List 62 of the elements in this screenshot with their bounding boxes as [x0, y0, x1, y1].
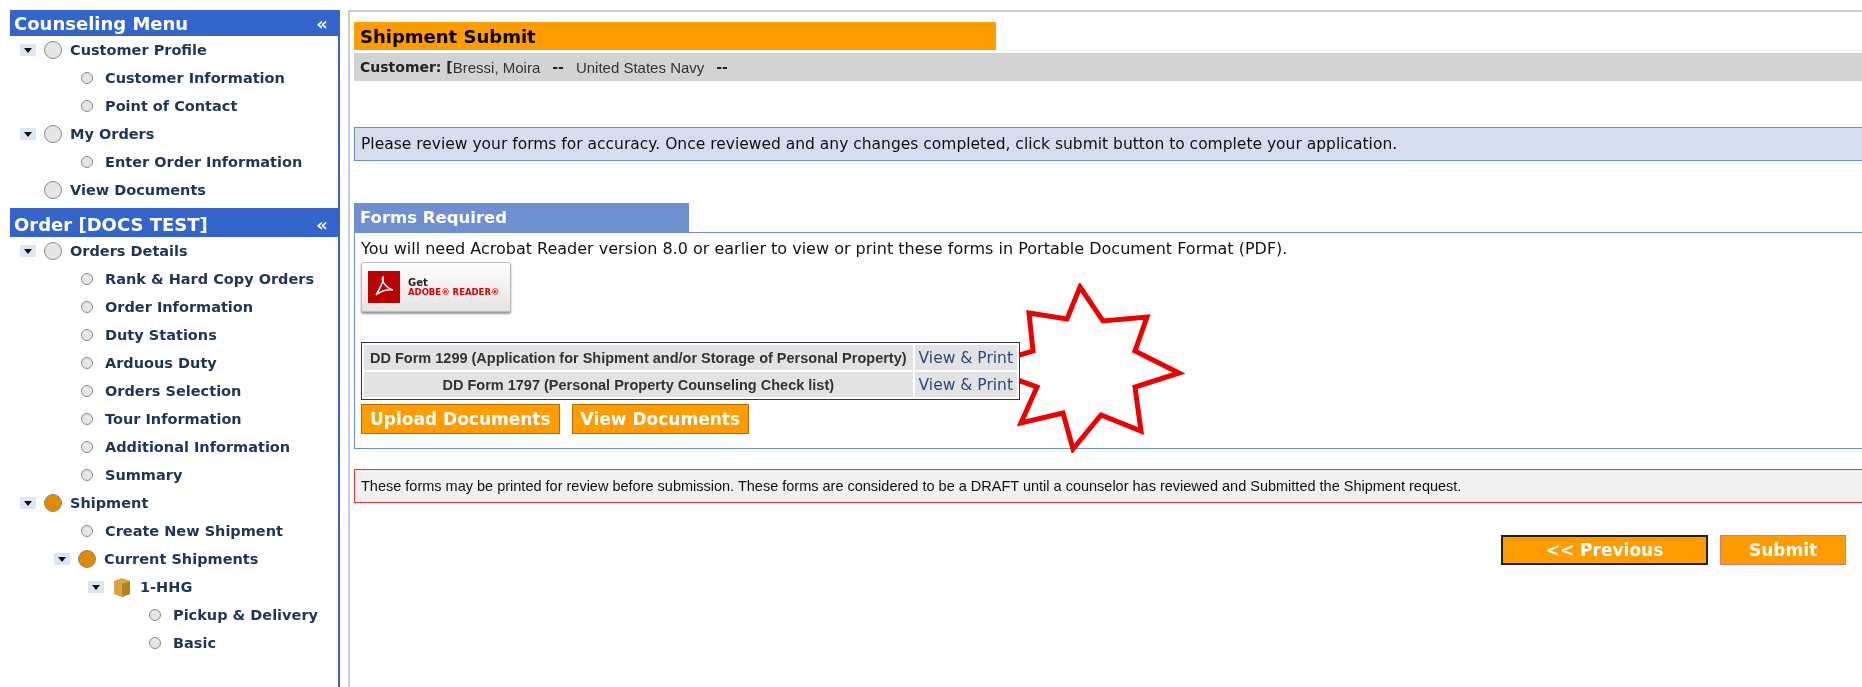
- menu-item[interactable]: Rank & Hard Copy Orders: [105, 271, 315, 287]
- form-name-cell: DD Form 1797 (Personal Property Counseling Check list): [364, 372, 913, 397]
- expand-toggle-icon[interactable]: [20, 44, 36, 56]
- section-header: Forms Required: [354, 203, 689, 232]
- expand-toggle-icon[interactable]: [20, 497, 36, 509]
- menu-item[interactable]: Order Information: [105, 299, 254, 315]
- menu-title: Order [DOCS TEST]: [14, 213, 208, 235]
- menu-item[interactable]: Customer Information: [105, 70, 285, 86]
- menu-item[interactable]: Create New Shipment: [105, 523, 283, 539]
- menu-item[interactable]: Basic: [173, 635, 217, 651]
- radio-dot-icon: [81, 357, 93, 369]
- menu-item[interactable]: Additional Information: [105, 439, 291, 455]
- customer-branch: United States Navy: [575, 58, 705, 76]
- menu-item[interactable]: Arduous Duty: [105, 355, 217, 371]
- radio-dot-icon: [149, 609, 161, 621]
- menu-item[interactable]: My Orders: [70, 126, 155, 142]
- menu-item[interactable]: Orders Selection: [105, 383, 242, 399]
- warning-message: These forms may be printed for review before submission. These forms are considered to be a DRAFT until a counselor has reviewed and Submitted the Shipment request.: [354, 469, 1862, 503]
- adobe-get-text: Get: [408, 276, 429, 288]
- radio-dot-icon: [81, 301, 93, 313]
- radio-dot-icon: [81, 469, 93, 481]
- menu-item[interactable]: View Documents: [70, 182, 206, 198]
- separator-text: --: [552, 59, 564, 75]
- box-icon: [112, 576, 132, 598]
- menu-item[interactable]: Shipment: [70, 495, 149, 511]
- radio-dot-icon: [81, 100, 93, 112]
- radio-dot-icon: [81, 385, 93, 397]
- radio-dot-icon: [149, 637, 161, 649]
- expand-toggle-icon[interactable]: [20, 128, 36, 140]
- get-adobe-reader-button[interactable]: Get ADOBE® READER®: [361, 262, 511, 312]
- radio-dot-icon: [81, 413, 93, 425]
- menu-item[interactable]: Orders Details: [70, 243, 188, 259]
- pdf-logo-icon: [368, 271, 400, 303]
- menu-item[interactable]: 1-HHG: [140, 579, 193, 595]
- page-title: Shipment Submit: [354, 22, 996, 50]
- instruction-text: You will need Acrobat Reader version 8.0 or earlier to view or print these forms in Portable Document Format (PDF).: [361, 239, 1288, 258]
- expand-toggle-icon[interactable]: [88, 581, 104, 593]
- form-name-cell: DD Form 1299 (Application for Shipment and/or Storage of Personal Property): [364, 345, 913, 370]
- menu-item[interactable]: Tour Information: [105, 411, 242, 427]
- menu-item[interactable]: Enter Order Information: [105, 154, 303, 170]
- radio-dot-icon: [81, 156, 93, 168]
- customer-label: Customer: [: [360, 59, 453, 75]
- radio-dot-icon: [81, 525, 93, 537]
- menu-item[interactable]: Current Shipments: [104, 551, 259, 567]
- menu-item[interactable]: Customer Profile: [70, 42, 207, 58]
- radio-dot-icon: [81, 329, 93, 341]
- customer-name: Bressi, Moira: [452, 58, 541, 76]
- expand-toggle-icon[interactable]: [54, 553, 70, 565]
- adobe-brand-text: ADOBE® READER®: [408, 287, 500, 298]
- radio-dot-icon: [81, 273, 93, 285]
- expand-toggle-icon[interactable]: [20, 245, 36, 257]
- menu-item[interactable]: Duty Stations: [105, 327, 217, 343]
- menu-title: Counseling Menu: [14, 12, 189, 34]
- radio-dot-icon: [81, 441, 93, 453]
- menu-item[interactable]: Summary: [105, 467, 183, 483]
- separator-text: --: [716, 59, 728, 75]
- collapse-button[interactable]: «: [316, 12, 328, 34]
- radio-dot-icon: [81, 72, 93, 84]
- collapse-button[interactable]: «: [316, 213, 328, 235]
- menu-item[interactable]: Pickup & Delivery: [173, 607, 318, 623]
- menu-item[interactable]: Point of Contact: [105, 98, 238, 114]
- info-message: Please review your forms for accuracy. Once reviewed and any changes completed, click submit button to complete your application.: [354, 127, 1862, 161]
